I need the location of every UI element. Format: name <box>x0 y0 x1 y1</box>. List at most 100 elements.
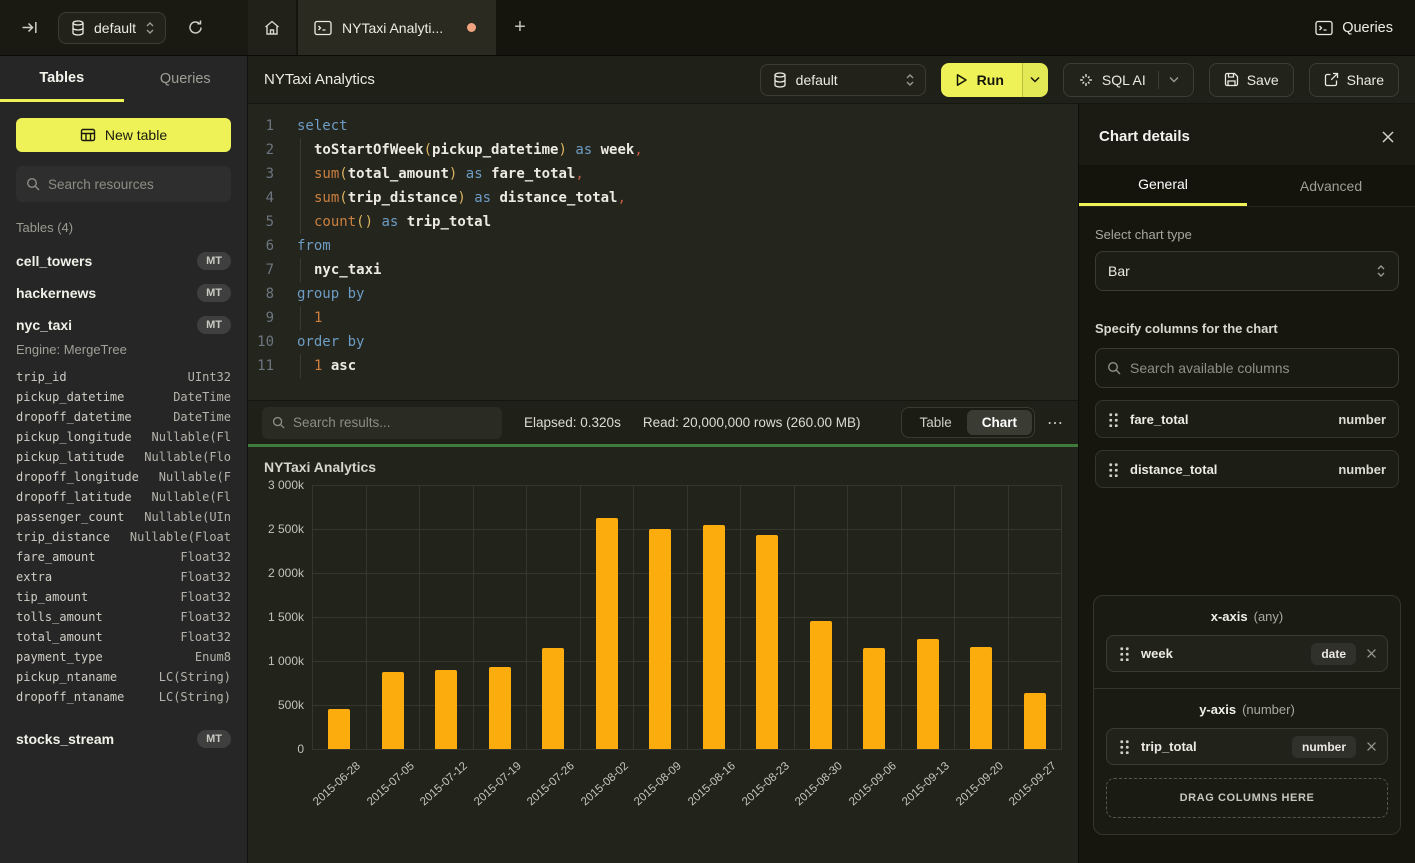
y-axis-column-type: number <box>1292 736 1356 758</box>
refresh-button[interactable] <box>180 13 210 43</box>
x-tick-label: 2015-07-12 <box>418 760 470 808</box>
collapse-sidebar-button[interactable] <box>14 13 44 43</box>
run-label: Run <box>977 72 1004 88</box>
bar-column <box>580 485 634 749</box>
table-row[interactable]: nyc_taxi MT <box>0 309 247 341</box>
column-row: pickup_longitudeNullable(Fl <box>16 427 231 447</box>
bar[interactable] <box>863 648 885 749</box>
remove-x-axis-column-button[interactable] <box>1366 648 1377 659</box>
tab-advanced[interactable]: Advanced <box>1247 165 1415 206</box>
table-row[interactable]: hackernewsMT <box>0 277 247 309</box>
topbar-database-selector[interactable]: default <box>58 12 166 44</box>
y-tick-label: 2 500k <box>268 522 304 536</box>
table-name: nyc_taxi <box>16 317 72 333</box>
drag-handle-icon <box>1119 646 1130 661</box>
table-row[interactable]: stocks_streamMT <box>0 723 247 755</box>
sidebar-tab-tables[interactable]: Tables <box>0 56 124 102</box>
table-name: stocks_stream <box>16 731 114 747</box>
more-options-button[interactable]: ⋯ <box>1047 413 1064 433</box>
column-row: trip_idUInt32 <box>16 367 231 387</box>
sql-token <box>398 214 406 230</box>
drag-columns-dropzone[interactable]: DRAG COLUMNS HERE <box>1106 778 1388 818</box>
sql-token: , <box>618 190 626 206</box>
code-line: nyc_taxi <box>284 258 381 282</box>
x-tick-label: 2015-06-28 <box>311 760 363 808</box>
columns-search-input[interactable] <box>1130 360 1387 376</box>
column-type: Float32 <box>180 607 231 627</box>
bar[interactable] <box>596 518 618 749</box>
sidebar-search-input[interactable] <box>48 177 225 192</box>
run-options-button[interactable] <box>1022 63 1048 97</box>
x-tick-label: 2015-08-02 <box>579 760 631 808</box>
queries-button[interactable]: Queries <box>1315 20 1393 36</box>
x-tick: 2015-08-30 <box>794 750 848 846</box>
sql-token: as <box>474 190 491 206</box>
sql-token: nyc_taxi <box>314 262 381 278</box>
y-axis-column[interactable]: trip_total number <box>1106 728 1388 765</box>
code-line: order by <box>284 330 364 354</box>
play-icon <box>955 73 968 87</box>
refresh-icon <box>187 19 204 36</box>
sidebar-tab-queries[interactable]: Queries <box>124 56 248 102</box>
column-type: Enum8 <box>195 647 231 667</box>
line-number: 5 <box>248 210 274 234</box>
results-search-input[interactable] <box>293 415 492 430</box>
run-button-group: Run <box>941 63 1048 97</box>
engine-badge: MT <box>197 316 231 334</box>
bar[interactable] <box>542 648 564 749</box>
tab-general[interactable]: General <box>1079 165 1247 206</box>
x-tick: 2015-07-12 <box>419 750 473 846</box>
column-type: LC(String) <box>159 667 231 687</box>
sql-token: ) <box>558 142 566 158</box>
available-column[interactable]: distance_totalnumber <box>1095 450 1399 488</box>
bar[interactable] <box>1024 693 1046 749</box>
x-axis-column-name: week <box>1141 646 1173 661</box>
bar[interactable] <box>970 647 992 749</box>
new-table-button[interactable]: New table <box>16 118 231 152</box>
header-database-selector[interactable]: default <box>760 64 926 96</box>
bar[interactable] <box>328 709 350 749</box>
editor-line: 2toStartOfWeek(pickup_datetime) as week, <box>248 138 1078 162</box>
view-toggle-table[interactable]: Table <box>904 410 966 435</box>
remove-y-axis-column-button[interactable] <box>1366 741 1377 752</box>
run-button[interactable]: Run <box>941 63 1022 97</box>
query-tab[interactable]: NYTaxi Analyti... <box>298 0 496 55</box>
sql-token: , <box>575 166 583 182</box>
bar[interactable] <box>382 672 404 749</box>
view-toggle-chart[interactable]: Chart <box>967 410 1032 435</box>
queries-icon <box>1315 20 1333 36</box>
new-tab-button[interactable]: + <box>496 0 544 55</box>
x-tick: 2015-08-23 <box>741 750 795 846</box>
column-row: pickup_datetimeDateTime <box>16 387 231 407</box>
column-type: Float32 <box>180 627 231 647</box>
share-button[interactable]: Share <box>1309 63 1399 97</box>
chart-type-label: Select chart type <box>1095 227 1399 242</box>
bar[interactable] <box>810 621 832 749</box>
x-axis-column[interactable]: week date <box>1106 635 1388 672</box>
home-tab-button[interactable] <box>248 0 298 55</box>
available-column[interactable]: fare_totalnumber <box>1095 400 1399 438</box>
columns-search <box>1095 348 1399 388</box>
x-tick-label: 2015-08-30 <box>793 760 845 808</box>
close-icon <box>1366 648 1377 659</box>
bar[interactable] <box>489 667 511 749</box>
column-name: pickup_datetime <box>16 387 124 407</box>
sql-token: as <box>466 166 483 182</box>
header-actions: default Run SQL AI <box>760 63 1399 97</box>
drag-handle-icon <box>1119 739 1130 754</box>
bar[interactable] <box>756 535 778 749</box>
sql-editor[interactable]: 1select2toStartOfWeek(pickup_datetime) a… <box>248 104 1078 400</box>
search-icon <box>1107 361 1121 375</box>
database-icon <box>773 72 787 88</box>
query-tab-title: NYTaxi Analyti... <box>342 20 443 36</box>
table-row[interactable]: cell_towersMT <box>0 245 247 277</box>
bar[interactable] <box>703 525 725 749</box>
sql-ai-button[interactable]: SQL AI <box>1063 63 1194 97</box>
save-button[interactable]: Save <box>1209 63 1294 97</box>
bar[interactable] <box>649 529 671 749</box>
results-search <box>262 407 502 439</box>
bar[interactable] <box>917 639 939 749</box>
close-panel-button[interactable] <box>1381 130 1395 144</box>
bar[interactable] <box>435 670 457 749</box>
chart-type-select[interactable]: Bar <box>1095 251 1399 291</box>
